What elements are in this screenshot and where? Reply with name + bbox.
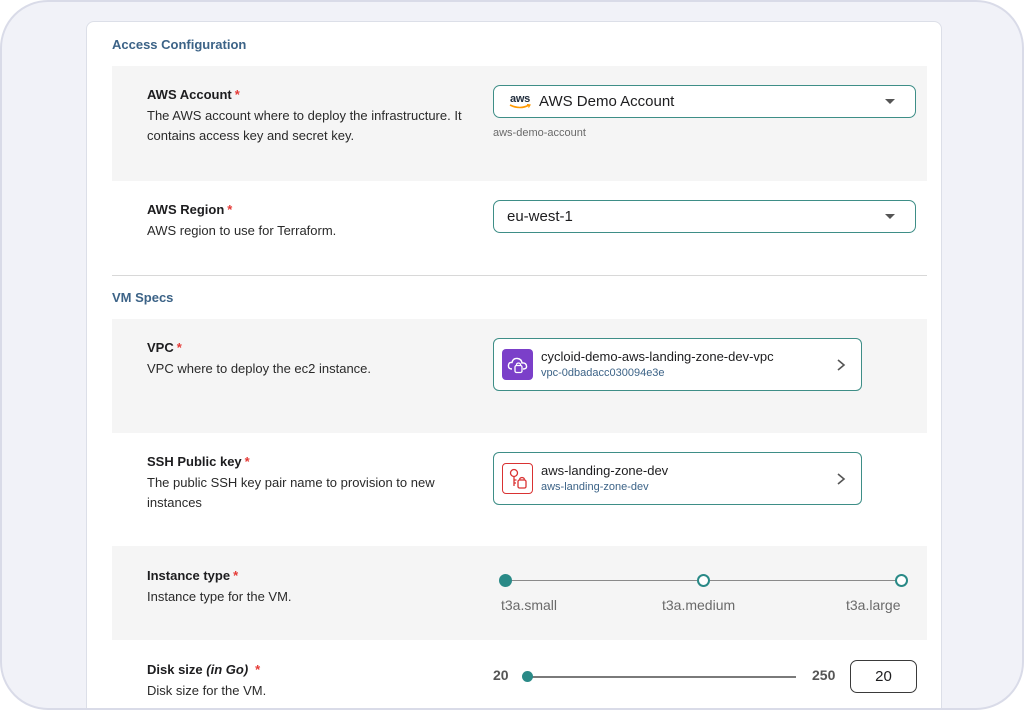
- aws-region-description: AWS region to use for Terraform.: [147, 223, 337, 238]
- vpc-id: vpc-0dbadacc030094e3e: [541, 367, 665, 379]
- aws-region-value: eu-west-1: [507, 208, 573, 225]
- aws-account-select[interactable]: aws AWS Demo Account: [493, 85, 916, 118]
- aws-region-row: AWS Region * AWS region to use for Terraf…: [112, 181, 927, 274]
- window-frame: Access Configuration AWS Account * The AW…: [0, 0, 1024, 710]
- form-card: Access Configuration AWS Account * The AW…: [86, 21, 942, 708]
- required-marker: *: [255, 662, 261, 677]
- required-marker: *: [176, 340, 182, 355]
- vpc-label: VPC *: [147, 340, 182, 355]
- required-marker: *: [233, 568, 239, 583]
- aws-logo-icon: aws: [507, 94, 533, 109]
- ssh-key-selector[interactable]: aws-landing-zone-dev aws-landing-zone-de…: [493, 452, 862, 505]
- section-title-access: Access Configuration: [112, 37, 247, 52]
- aws-account-value: AWS Demo Account: [539, 93, 675, 110]
- disk-size-slider-thumb[interactable]: [522, 671, 533, 682]
- instance-type-option-medium[interactable]: [697, 574, 710, 587]
- dropdown-caret-icon: [885, 99, 895, 104]
- instance-type-label-large: t3a.large: [846, 597, 901, 613]
- chevron-right-icon: [837, 472, 846, 485]
- aws-region-label: AWS Region *: [147, 202, 233, 217]
- key-lock-icon: [502, 463, 533, 494]
- disk-size-slider-track[interactable]: [526, 676, 796, 678]
- aws-account-hint: aws-demo-account: [493, 127, 586, 139]
- instance-type-description: Instance type for the VM.: [147, 589, 292, 604]
- aws-account-row: AWS Account * The AWS account where to de…: [112, 66, 927, 181]
- ssh-key-id: aws-landing-zone-dev: [541, 481, 649, 493]
- instance-type-option-small[interactable]: [499, 574, 512, 587]
- instance-type-label: Instance type *: [147, 568, 239, 583]
- disk-size-min: 20: [493, 667, 509, 683]
- required-marker: *: [244, 454, 250, 469]
- disk-size-row: Disk size (in Go) * Disk size for the VM.…: [112, 640, 927, 708]
- instance-type-label-medium: t3a.medium: [662, 597, 736, 613]
- vpc-description: VPC where to deploy the ec2 instance.: [147, 361, 372, 376]
- disk-size-input[interactable]: 20: [850, 660, 917, 693]
- ssh-key-name: aws-landing-zone-dev: [541, 463, 669, 478]
- required-marker: *: [227, 202, 233, 217]
- ssh-key-row: SSH Public key * The public SSH key pair …: [112, 433, 927, 546]
- disk-size-description: Disk size for the VM.: [147, 683, 267, 698]
- aws-account-label: AWS Account *: [147, 87, 240, 102]
- vpc-name: cycloid-demo-aws-landing-zone-dev-vpc: [541, 349, 774, 364]
- section-title-vm-specs: VM Specs: [112, 290, 174, 305]
- required-marker: *: [234, 87, 240, 102]
- instance-type-option-large[interactable]: [895, 574, 908, 587]
- vpc-row: VPC * VPC where to deploy the ec2 instanc…: [112, 319, 927, 433]
- dropdown-caret-icon: [885, 214, 895, 219]
- disk-size-max: 250: [812, 667, 836, 683]
- ssh-key-label: SSH Public key *: [147, 454, 250, 469]
- aws-region-select[interactable]: eu-west-1: [493, 200, 916, 233]
- vpc-selector[interactable]: cycloid-demo-aws-landing-zone-dev-vpc vp…: [493, 338, 862, 391]
- chevron-right-icon: [837, 358, 846, 371]
- disk-size-label: Disk size (in Go) *: [147, 662, 261, 677]
- instance-type-label-small: t3a.small: [501, 597, 558, 613]
- section-divider: [112, 275, 927, 276]
- ssh-key-description: The public SSH key pair name to provisio…: [147, 475, 435, 510]
- instance-type-row: Instance type * Instance type for the VM.…: [112, 546, 927, 640]
- aws-account-description: The AWS account where to deploy the infr…: [147, 108, 462, 143]
- vpc-cloud-lock-icon: [502, 349, 533, 380]
